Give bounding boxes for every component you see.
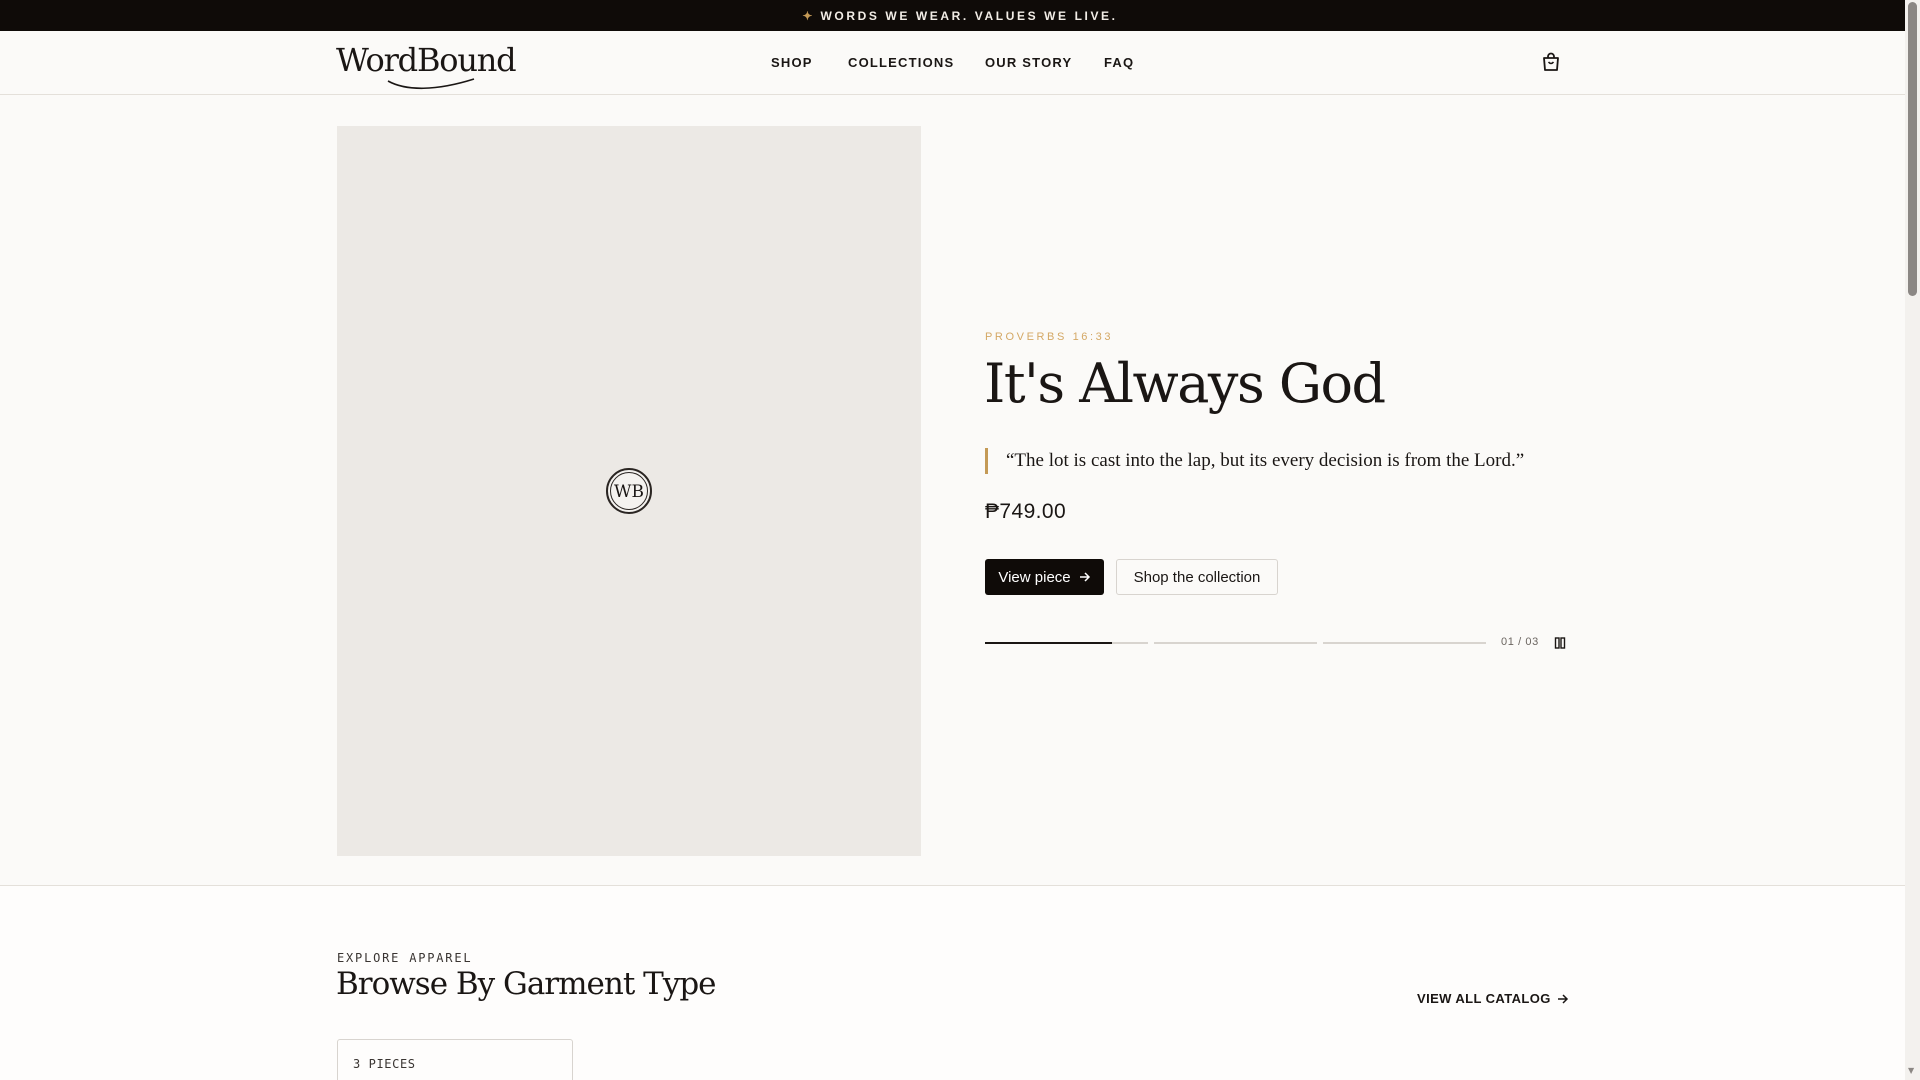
hero-product-image: WB xyxy=(337,126,921,856)
slide-progress-segment[interactable] xyxy=(985,642,1148,644)
logo-swash xyxy=(387,78,475,90)
pause-icon[interactable] xyxy=(1553,636,1567,650)
nav-our-story[interactable]: OUR STORY xyxy=(985,55,1072,70)
card-piece-count: 3 PIECES xyxy=(353,1057,416,1071)
shop-collection-label: Shop the collection xyxy=(1133,568,1261,586)
product-price: ₱749.00 xyxy=(985,500,1067,523)
shopping-bag-icon[interactable] xyxy=(1540,51,1562,73)
slide-progress-fill xyxy=(985,642,1113,644)
nav-faq[interactable]: FAQ xyxy=(1104,55,1134,70)
svg-text:WB: WB xyxy=(614,482,644,502)
slide-progress-segment[interactable] xyxy=(1154,642,1317,644)
arrow-right-icon xyxy=(1079,572,1090,582)
browse-eyebrow: EXPLORE APPAREL xyxy=(337,951,473,965)
scrollbar-thumb[interactable] xyxy=(1908,2,1917,296)
site-header: WordBound SHOP COLLECTIONS OUR STORY FAQ xyxy=(0,31,1905,95)
wb-monogram-icon: WB xyxy=(606,468,652,514)
shop-collection-button[interactable]: Shop the collection xyxy=(1116,559,1278,595)
nav-collections[interactable]: COLLECTIONS xyxy=(848,55,954,70)
slide-counter: 01 / 03 xyxy=(1501,636,1539,648)
announcement-bar: ✦ WORDS WE WEAR. VALUES WE LIVE. xyxy=(0,0,1920,31)
browse-title: Browse By Garment Type xyxy=(336,966,717,1002)
view-piece-button[interactable]: View piece xyxy=(985,559,1104,595)
sparkle-icon: ✦ xyxy=(802,8,813,23)
verse-reference: PROVERBS 16:33 xyxy=(985,331,1114,343)
browse-section xyxy=(0,886,1905,1080)
slide-progress-segment[interactable] xyxy=(1323,642,1486,644)
hero-title: It's Always God xyxy=(984,352,1386,415)
scroll-down-arrow-icon[interactable]: ▼ xyxy=(1908,1066,1914,1075)
verse-quote: “The lot is cast into the lap, but its e… xyxy=(985,448,1524,474)
nav-shop[interactable]: SHOP xyxy=(771,55,813,70)
view-piece-label: View piece xyxy=(998,568,1071,586)
announcement-text: WORDS WE WEAR. VALUES WE LIVE. xyxy=(820,8,1118,23)
garment-type-card[interactable]: 3 PIECES xyxy=(337,1039,573,1080)
view-all-catalog-link[interactable]: VIEW ALL CATALOG xyxy=(1417,991,1569,1006)
site-logo[interactable]: WordBound xyxy=(336,41,517,79)
view-all-label: VIEW ALL CATALOG xyxy=(1417,991,1551,1006)
arrow-right-icon xyxy=(1557,993,1568,1004)
